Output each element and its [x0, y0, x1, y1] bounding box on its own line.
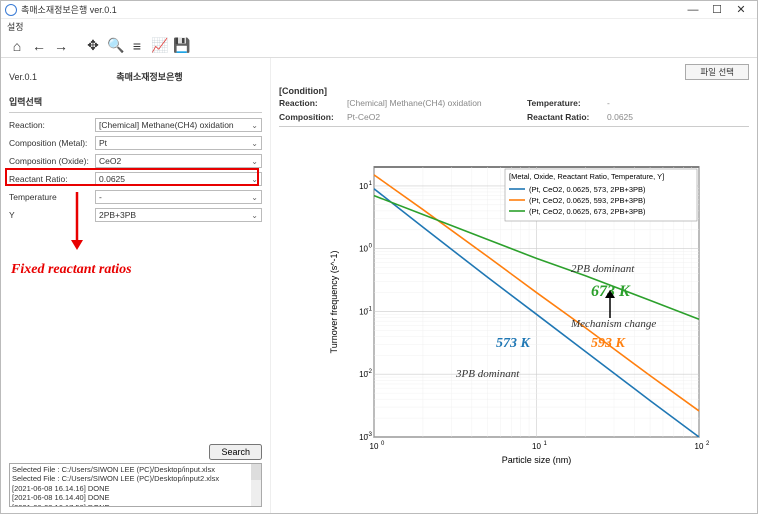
y-select[interactable]: 2PB+3PB⌄: [95, 208, 262, 222]
home-icon[interactable]: ⌂: [9, 38, 25, 54]
annot-593k: 593 K: [591, 336, 625, 352]
svg-text:(Pt, CeO2, 0.0625, 673, 2PB+3P: (Pt, CeO2, 0.0625, 673, 2PB+3PB): [529, 207, 646, 216]
titlebar: 촉매소재정보은행 ver.0.1 — ☐ ✕: [1, 1, 757, 19]
cond-temp-val: -: [607, 98, 610, 108]
chevron-down-icon: ⌄: [251, 121, 258, 130]
chevron-down-icon: ⌄: [251, 175, 258, 184]
adjust-icon[interactable]: ≡: [129, 38, 145, 54]
svg-text:-3: -3: [367, 432, 373, 438]
panel-title: 촉매소재정보은행: [37, 70, 262, 83]
search-button[interactable]: Search: [209, 444, 262, 460]
svg-text:1: 1: [369, 181, 373, 187]
maximize-button[interactable]: ☐: [705, 3, 729, 16]
scrollbar[interactable]: [251, 464, 261, 506]
comp-oxide-select[interactable]: CeO2⌄: [95, 154, 262, 168]
chevron-down-icon: ⌄: [251, 193, 258, 202]
reactant-ratio-select[interactable]: 0.0625⌄: [95, 172, 262, 186]
svg-text:10: 10: [532, 442, 541, 451]
svg-text:-2: -2: [367, 369, 373, 375]
chevron-down-icon: ⌄: [251, 139, 258, 148]
log-line: [2021-06-08 16.17.58] DONE: [12, 503, 259, 508]
zoom-icon[interactable]: 🔍: [107, 37, 123, 54]
chevron-down-icon: ⌄: [251, 211, 258, 220]
temperature-select[interactable]: -⌄: [95, 190, 262, 204]
reactant-ratio-label: Reactant Ratio:: [9, 174, 95, 184]
svg-text:Particle size (nm): Particle size (nm): [502, 455, 572, 465]
svg-text:0: 0: [381, 441, 385, 447]
log-line: Selected File : C:/Users/SIWON LEE (PC)/…: [12, 474, 259, 483]
window-title: 촉매소재정보은행 ver.0.1: [21, 3, 117, 16]
svg-text:(Pt, CeO2, 0.0625, 573, 2PB+3P: (Pt, CeO2, 0.0625, 573, 2PB+3PB): [529, 185, 646, 194]
arrow-down-icon: [67, 192, 87, 252]
reaction-select[interactable]: [Chemical] Methane(CH4) oxidation⌄: [95, 118, 262, 132]
cond-comp-key: Composition:: [279, 112, 347, 122]
cond-ratio-key: Reactant Ratio:: [527, 112, 607, 122]
arrow-up-icon: [603, 290, 617, 320]
log-output: Selected File : C:/Users/SIWON LEE (PC)/…: [9, 463, 262, 507]
cond-temp-key: Temperature:: [527, 98, 607, 108]
version-label: Ver.0.1: [9, 72, 37, 82]
cond-ratio-val: 0.0625: [607, 112, 633, 122]
file-select-button[interactable]: 파일 선택: [685, 64, 749, 80]
svg-text:Turnover frequency (s^-1): Turnover frequency (s^-1): [329, 251, 339, 354]
annotation-fixed-ratio: Fixed reactant ratios: [11, 262, 132, 278]
menu-settings[interactable]: 설정: [1, 19, 757, 34]
comp-metal-select[interactable]: Pt⌄: [95, 136, 262, 150]
log-line: Selected File : C:/Users/SIWON LEE (PC)/…: [12, 465, 259, 474]
cond-reaction-key: Reaction:: [279, 98, 347, 108]
right-panel: 파일 선택 [Condition] Reaction: [Chemical] M…: [271, 58, 757, 513]
svg-text:-1: -1: [367, 306, 373, 312]
input-section-label: 입력선택: [9, 93, 262, 113]
chart-icon[interactable]: 📈: [151, 37, 167, 54]
close-button[interactable]: ✕: [729, 3, 753, 16]
svg-text:0: 0: [369, 244, 373, 250]
svg-text:10: 10: [359, 182, 368, 191]
comp-metal-label: Composition (Metal):: [9, 138, 95, 148]
cond-comp-val: Pt-CeO2: [347, 112, 527, 122]
save-icon[interactable]: 💾: [173, 37, 189, 54]
left-panel: Ver.0.1 촉매소재정보은행 입력선택 Reaction: [Chemica…: [1, 58, 271, 513]
comp-oxide-label: Composition (Oxide):: [9, 156, 95, 166]
svg-text:[Metal, Oxide, Reactant Ratio,: [Metal, Oxide, Reactant Ratio, Temperatu…: [509, 172, 664, 181]
svg-text:1: 1: [544, 441, 548, 447]
annot-573k: 573 K: [496, 336, 530, 352]
app-icon: [5, 4, 17, 16]
svg-text:10: 10: [695, 442, 704, 451]
reaction-label: Reaction:: [9, 120, 95, 130]
log-line: [2021-06-08 16.14.40] DONE: [12, 493, 259, 502]
annot-2pb: 2PB dominant: [571, 263, 634, 275]
annot-3pb: 3PB dominant: [456, 368, 519, 380]
svg-text:2: 2: [706, 441, 709, 447]
forward-icon[interactable]: →: [53, 38, 69, 54]
log-line: [2021-06-08 16.14.16] DONE: [12, 484, 259, 493]
back-icon[interactable]: ←: [31, 38, 47, 54]
move-icon[interactable]: ✥: [85, 37, 101, 54]
condition-title: [Condition]: [279, 86, 749, 96]
minimize-button[interactable]: —: [681, 4, 705, 16]
svg-text:(Pt, CeO2, 0.0625, 593, 2PB+3P: (Pt, CeO2, 0.0625, 593, 2PB+3PB): [529, 196, 646, 205]
chevron-down-icon: ⌄: [251, 157, 258, 166]
toolbar: ⌂ ← → ✥ 🔍 ≡ 📈 💾: [1, 34, 757, 58]
svg-text:10: 10: [359, 245, 368, 254]
svg-text:10: 10: [370, 442, 379, 451]
chart: 10010110210-310-210-1100101Particle size…: [319, 157, 709, 477]
cond-reaction-val: [Chemical] Methane(CH4) oxidation: [347, 98, 527, 108]
